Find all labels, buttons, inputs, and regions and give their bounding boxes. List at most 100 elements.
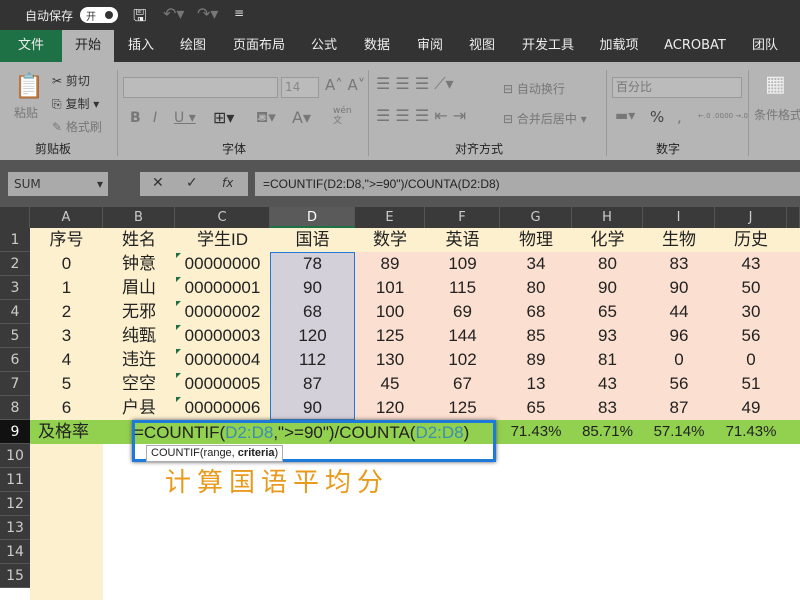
cell-G2[interactable]: 34 xyxy=(500,252,572,276)
cell-J5[interactable]: 56 xyxy=(715,324,787,348)
column-header-C[interactable]: C xyxy=(175,207,270,228)
row-header-12[interactable]: 12 xyxy=(0,492,30,516)
cell-B7[interactable]: 空空 xyxy=(103,372,175,396)
cell-G9[interactable]: 71.43% xyxy=(500,420,572,444)
cell-E2[interactable]: 89 xyxy=(355,252,425,276)
cell-J2[interactable]: 43 xyxy=(715,252,787,276)
paste-button[interactable]: 粘贴 xyxy=(14,104,38,121)
cell-C8[interactable]: 00000006 xyxy=(175,396,270,420)
cell-I1[interactable]: 生物 xyxy=(643,228,715,252)
column-header-G[interactable]: G xyxy=(500,207,572,228)
row-header-6[interactable]: 6 xyxy=(0,348,30,372)
undo-icon[interactable]: ↶▾ xyxy=(163,4,184,23)
tab-home[interactable]: 开始 xyxy=(62,30,114,62)
row-header-5[interactable]: 5 xyxy=(0,324,30,348)
tab-page-layout[interactable]: 页面布局 xyxy=(228,30,290,62)
column-header-H[interactable]: H xyxy=(572,207,643,228)
align-horizontal-icons[interactable]: ☰ ☰ ☰ ⇤ ⇥ xyxy=(376,106,466,125)
cell-A8[interactable]: 6 xyxy=(30,396,103,420)
cell-F4[interactable]: 69 xyxy=(425,300,500,324)
tab-file[interactable]: 文件 xyxy=(0,30,62,62)
cell-K5[interactable] xyxy=(787,324,800,348)
column-header-I[interactable]: I xyxy=(643,207,715,228)
autosave-toggle[interactable]: 开 xyxy=(80,7,118,23)
row-header-9[interactable]: 9 xyxy=(0,420,30,444)
cell-J9[interactable]: 71.43% xyxy=(715,420,787,444)
cell-A5[interactable]: 3 xyxy=(30,324,103,348)
fill-color-icon[interactable]: ⛾▾ xyxy=(256,108,276,128)
column-header-B[interactable]: B xyxy=(103,207,175,228)
row-header-15[interactable]: 15 xyxy=(0,564,30,588)
cell-I5[interactable]: 96 xyxy=(643,324,715,348)
cell-A4[interactable]: 2 xyxy=(30,300,103,324)
cell-E1[interactable]: 数学 xyxy=(355,228,425,252)
font-name-dropdown[interactable] xyxy=(123,77,278,98)
enter-icon[interactable]: ✓ xyxy=(186,175,198,191)
row-header-11[interactable]: 11 xyxy=(0,468,30,492)
comma-button[interactable]: , xyxy=(677,108,682,126)
cell-H3[interactable]: 90 xyxy=(572,276,643,300)
cell-G3[interactable]: 80 xyxy=(500,276,572,300)
cell-G6[interactable]: 89 xyxy=(500,348,572,372)
cell-B6[interactable]: 违迕 xyxy=(103,348,175,372)
cell-J1[interactable]: 历史 xyxy=(715,228,787,252)
cell-K6[interactable] xyxy=(787,348,800,372)
cell-C3[interactable]: 00000001 xyxy=(175,276,270,300)
cell-H2[interactable]: 80 xyxy=(572,252,643,276)
cell-F1[interactable]: 英语 xyxy=(425,228,500,252)
cell-G4[interactable]: 68 xyxy=(500,300,572,324)
cell-C5[interactable]: 00000003 xyxy=(175,324,270,348)
row-header-13[interactable]: 13 xyxy=(0,516,30,540)
redo-icon[interactable]: ↷▾ xyxy=(197,4,218,23)
cell-C2[interactable]: 00000000 xyxy=(175,252,270,276)
tab-data[interactable]: 数据 xyxy=(355,30,399,62)
cell-E3[interactable]: 101 xyxy=(355,276,425,300)
bold-button[interactable]: B xyxy=(130,110,141,126)
cell-A6[interactable]: 4 xyxy=(30,348,103,372)
row-header-3[interactable]: 3 xyxy=(0,276,30,300)
column-header-J[interactable]: J xyxy=(715,207,787,228)
increase-decimal-button[interactable]: ←.0 .00 xyxy=(698,112,724,120)
italic-button[interactable]: I xyxy=(153,110,157,126)
borders-icon[interactable]: ⊞▾ xyxy=(213,108,234,127)
tab-addins[interactable]: 加载项 xyxy=(592,30,646,62)
align-top-icons[interactable]: ☰ ☰ ☰ ⟋▾ xyxy=(376,74,454,94)
font-color-icon[interactable]: A▾ xyxy=(292,108,311,127)
cell-F5[interactable]: 144 xyxy=(425,324,500,348)
cell-E4[interactable]: 100 xyxy=(355,300,425,324)
row-header-8[interactable]: 8 xyxy=(0,396,30,420)
cell-C6[interactable]: 00000004 xyxy=(175,348,270,372)
cell-G8[interactable]: 65 xyxy=(500,396,572,420)
currency-icon[interactable]: ▬▾ xyxy=(615,108,635,124)
row-header-1[interactable]: 1 xyxy=(0,228,30,252)
cancel-icon[interactable]: ✕ xyxy=(152,175,164,191)
cell-K3[interactable] xyxy=(787,276,800,300)
cell-F6[interactable]: 102 xyxy=(425,348,500,372)
cell-H9[interactable]: 85.71% xyxy=(572,420,643,444)
cell-G5[interactable]: 85 xyxy=(500,324,572,348)
cell-J4[interactable]: 30 xyxy=(715,300,787,324)
insert-function-icon[interactable]: fx xyxy=(222,176,233,190)
copy-button[interactable]: ⎘ 复制 ▾ xyxy=(52,95,99,112)
row-header-14[interactable]: 14 xyxy=(0,540,30,564)
cell-I6[interactable]: 0 xyxy=(643,348,715,372)
cell-A2[interactable]: 0 xyxy=(30,252,103,276)
cell-H5[interactable]: 93 xyxy=(572,324,643,348)
cell-H6[interactable]: 81 xyxy=(572,348,643,372)
conditional-format-button[interactable]: 条件格式 xyxy=(754,106,800,123)
cell-C1[interactable]: 学生ID xyxy=(175,228,270,252)
cell-B3[interactable]: 眉山 xyxy=(103,276,175,300)
cell-A3[interactable]: 1 xyxy=(30,276,103,300)
cell-F7[interactable]: 67 xyxy=(425,372,500,396)
customize-icon[interactable]: ≡ xyxy=(234,6,244,20)
column-header-more[interactable] xyxy=(787,207,800,228)
cell-H4[interactable]: 65 xyxy=(572,300,643,324)
cell-C7[interactable]: 00000005 xyxy=(175,372,270,396)
cell-K4[interactable] xyxy=(787,300,800,324)
cell-A1[interactable]: 序号 xyxy=(30,228,103,252)
select-all-corner[interactable] xyxy=(0,207,30,228)
tab-developer[interactable]: 开发工具 xyxy=(515,30,581,62)
name-box[interactable]: SUM ▾ xyxy=(8,172,108,196)
column-header-D[interactable]: D xyxy=(270,207,355,228)
cell-H8[interactable]: 83 xyxy=(572,396,643,420)
